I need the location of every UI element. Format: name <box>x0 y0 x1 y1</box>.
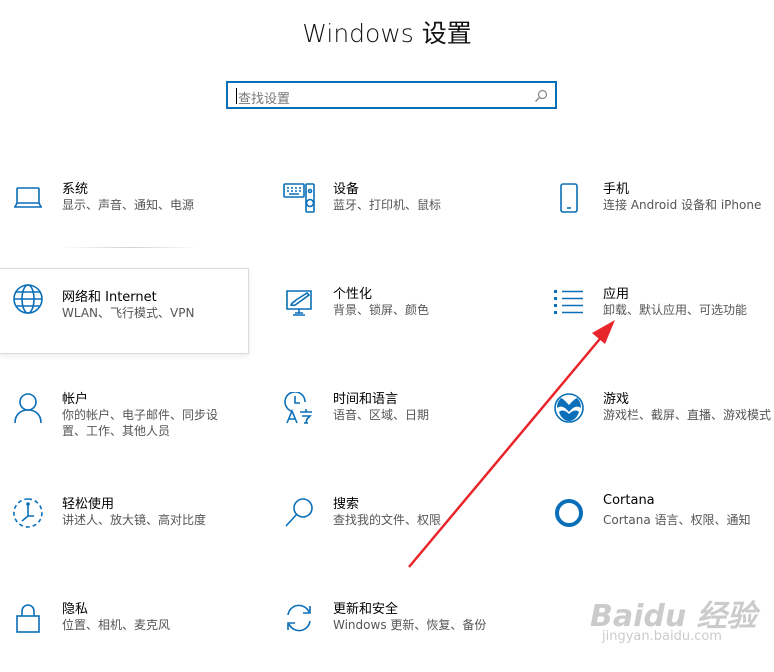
tile-personalization[interactable]: 个性化 背景、锁屏、颜色 <box>271 283 521 357</box>
tile-apps[interactable]: 应用 卸载、默认应用、可选功能 <box>541 283 774 357</box>
tile-apps-name: 应用 <box>603 287 630 302</box>
tile-personalization-name: 个性化 <box>333 287 373 302</box>
tile-phone[interactable]: 手机 连接 Android 设备和 iPhone <box>541 178 774 252</box>
tile-cortana-desc: Cortana 语言、权限、通知 <box>603 513 751 527</box>
page-title: Windows 设置 <box>302 19 472 48</box>
tile-accounts[interactable]: 帐户 你的帐户、电子邮件、同步设置、工作、其他人员 <box>0 388 250 462</box>
laptop-icon <box>14 187 42 208</box>
tile-search[interactable]: 搜索 查找我的文件、权限 <box>271 493 521 567</box>
tile-devices[interactable]: 设备 蓝牙、打印机、鼠标 <box>271 178 521 252</box>
refresh-icon <box>287 604 311 632</box>
tile-network[interactable]: 网络和 Internet WLAN、飞行模式、VPN <box>0 268 249 354</box>
tile-privacy-name: 隐私 <box>62 602 89 617</box>
tile-system[interactable]: 系统 显示、声音、通知、电源 <box>0 178 250 252</box>
search-box[interactable]: 查找设置 <box>226 81 557 109</box>
app-list-icon <box>554 290 583 314</box>
tile-search-name: 搜索 <box>333 497 360 512</box>
keyboard-speaker-icon <box>283 183 315 213</box>
clock-language-icon <box>284 392 312 424</box>
lock-icon <box>16 604 40 633</box>
paintbrush-icon <box>286 290 312 316</box>
tile-time-language[interactable]: 时间和语言 语音、区域、日期 <box>271 388 521 462</box>
tile-privacy-desc: 位置、相机、麦克风 <box>62 618 171 632</box>
tile-update-security-desc: Windows 更新、恢复、备份 <box>333 618 487 632</box>
tile-apps-desc: 卸载、默认应用、可选功能 <box>603 303 748 317</box>
tile-cortana-name: Cortana <box>603 493 655 508</box>
tile-devices-name: 设备 <box>333 182 360 197</box>
tile-network-name: 网络和 Internet <box>62 290 157 305</box>
tile-update-security-name: 更新和安全 <box>333 602 399 617</box>
tile-system-desc: 显示、声音、通知、电源 <box>62 198 195 212</box>
tile-ease-of-access-desc: 讲述人、放大镜、高对比度 <box>62 513 207 527</box>
tile-time-language-name: 时间和语言 <box>333 392 399 407</box>
search-icon[interactable] <box>534 89 548 103</box>
tile-devices-desc: 蓝牙、打印机、鼠标 <box>333 198 442 212</box>
tile-phone-name: 手机 <box>603 182 630 197</box>
tile-phone-desc: 连接 Android 设备和 iPhone <box>603 198 762 212</box>
text-caret <box>236 88 237 104</box>
phone-icon <box>560 183 578 213</box>
person-icon <box>14 393 42 424</box>
tile-network-desc: WLAN、飞行模式、VPN <box>62 306 195 320</box>
tile-ease-of-access-name: 轻松使用 <box>62 497 115 512</box>
baidu-watermark: Baidu 经验 jingyan.baidu.com <box>590 591 760 651</box>
tile-system-name: 系统 <box>62 182 89 197</box>
tile-gaming-name: 游戏 <box>603 392 630 407</box>
tile-gaming-desc: 游戏栏、截屏、直播、游戏模式 <box>603 408 772 422</box>
tile-gaming[interactable]: 游戏 游戏栏、截屏、直播、游戏模式 <box>541 388 774 462</box>
magnifier-icon <box>285 498 313 527</box>
tile-personalization-desc: 背景、锁屏、颜色 <box>333 303 430 317</box>
xbox-icon <box>554 393 584 423</box>
ease-of-access-icon <box>13 498 43 528</box>
tile-time-language-desc: 语音、区域、日期 <box>333 408 430 422</box>
tile-search-desc: 查找我的文件、权限 <box>333 513 442 527</box>
cortana-circle-icon <box>555 499 583 527</box>
tile-cortana[interactable]: Cortana Cortana 语言、权限、通知 <box>541 493 774 567</box>
tile-accounts-desc: 你的帐户、电子邮件、同步设置、工作、其他人员 <box>62 408 219 438</box>
watermark-url: jingyan.baidu.com <box>602 629 722 644</box>
search-input[interactable]: 查找设置 <box>238 88 290 107</box>
tile-accounts-name: 帐户 <box>62 392 89 407</box>
tile-ease-of-access[interactable]: 轻松使用 讲述人、放大镜、高对比度 <box>0 493 250 567</box>
divider <box>60 247 200 248</box>
globe-icon <box>13 284 43 314</box>
